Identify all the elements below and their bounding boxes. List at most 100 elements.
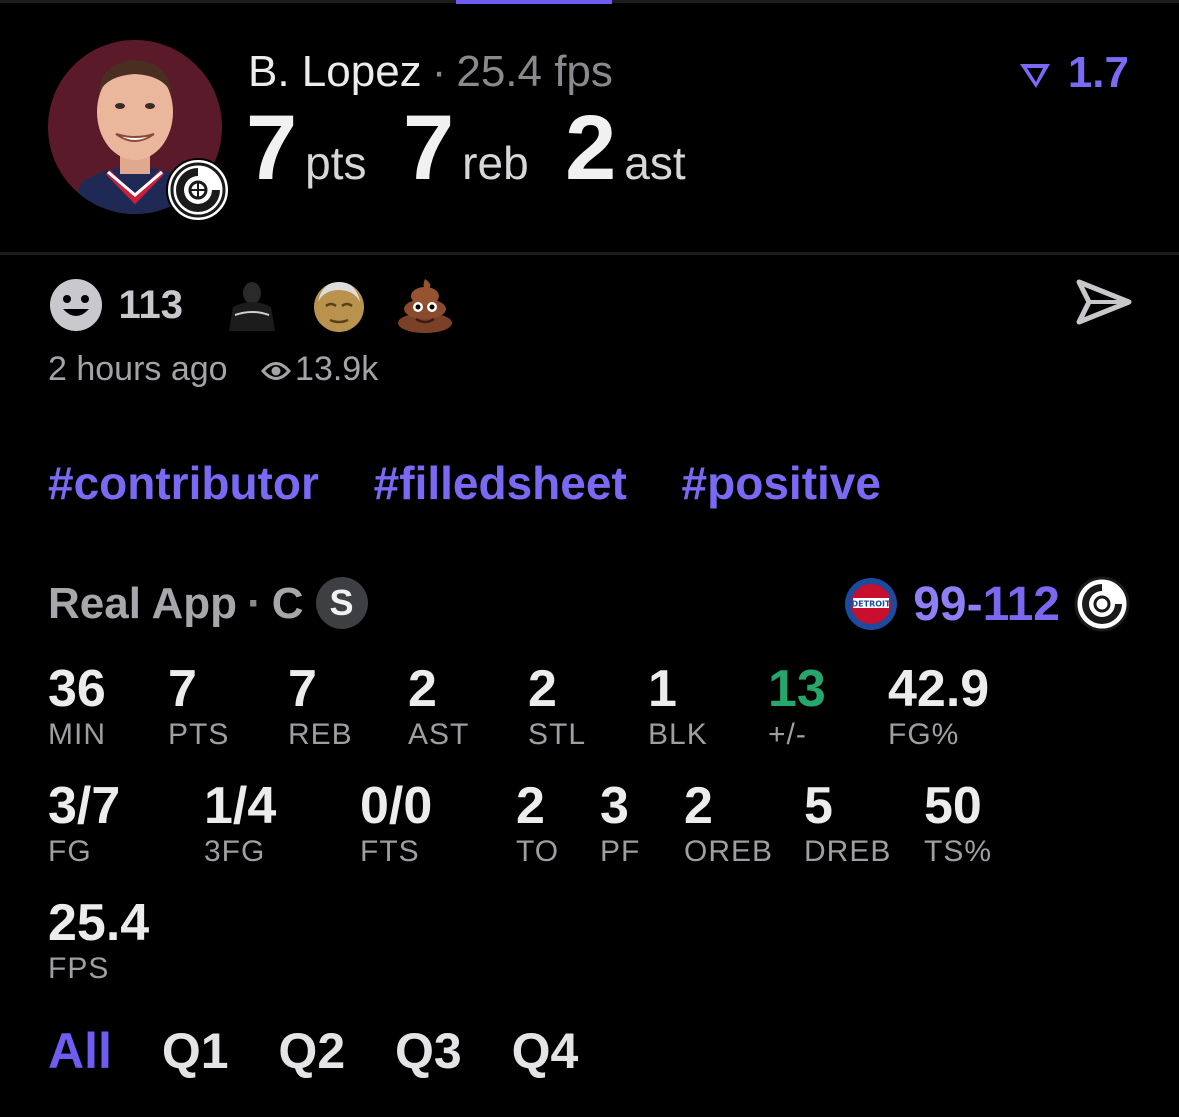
- stat-value: 1: [648, 660, 677, 718]
- view-count: 13.9k: [295, 350, 379, 388]
- old-face-reaction[interactable]: [310, 276, 368, 334]
- hashtag-list: #contributor #filledsheet #positive: [48, 456, 923, 510]
- stat-blk: 1 BLK: [648, 660, 708, 752]
- tab-q1[interactable]: Q1: [162, 1023, 229, 1079]
- team-score: 112: [982, 577, 1060, 631]
- source-name: Real App: [48, 579, 238, 628]
- stat-stl: 2 STL: [528, 660, 586, 752]
- separator-dot: ·: [247, 579, 262, 628]
- tab-q2[interactable]: Q2: [278, 1023, 345, 1079]
- headline-stat-value: 7: [246, 97, 298, 199]
- player-sticker-reaction[interactable]: [221, 279, 283, 331]
- tab-q4[interactable]: Q4: [512, 1023, 579, 1079]
- stat-fg-pct: 42.9 FG%: [888, 660, 989, 752]
- stat-pf: 3 PF: [600, 777, 640, 869]
- trend-indicator[interactable]: 1.7: [1018, 48, 1129, 98]
- smiley-icon: [48, 279, 108, 331]
- stat-label: PTS: [168, 718, 230, 751]
- stat-value: 2: [516, 777, 545, 835]
- player-sticker-icon: [229, 282, 276, 331]
- reactions-bar: 113: [48, 276, 454, 334]
- headline-stat-value: 7: [403, 97, 455, 199]
- stat-dreb: 5 DREB: [804, 777, 891, 869]
- opponent-score: 99: [913, 577, 967, 631]
- stat-value: 13: [768, 660, 826, 718]
- stat-label: +/-: [768, 718, 807, 751]
- stat-label: OREB: [684, 835, 774, 868]
- stat-label: MIN: [48, 718, 106, 751]
- opponent-team-logo-icon: DETROIT: [845, 578, 898, 630]
- separator-dot: ·: [431, 47, 447, 96]
- tab-q3[interactable]: Q3: [395, 1023, 462, 1079]
- stat-reb: 7 REB: [288, 660, 353, 752]
- stat-value: 7: [288, 660, 317, 718]
- svg-text:DETROIT: DETROIT: [852, 600, 892, 609]
- headline-stats: 7 pts 7 reb 2 ast: [246, 98, 718, 198]
- post-meta: 2 hours ago 13.9k: [48, 350, 378, 389]
- score-dash: -: [966, 577, 983, 631]
- quarter-tabs: All Q1 Q2 Q3 Q4: [48, 1022, 614, 1080]
- trend-arrow-icon: [1018, 48, 1068, 97]
- stat-pts: 7 PTS: [168, 660, 229, 752]
- headline-stat-pts: 7 pts: [246, 98, 367, 198]
- hashtag-link[interactable]: #positive: [682, 457, 881, 509]
- headline-stat-value: 2: [565, 97, 617, 199]
- player-title: B. Lopez · 25.4 fps: [248, 44, 613, 100]
- stat-to: 2 TO: [516, 777, 559, 869]
- smiley-reaction-button[interactable]: 113: [48, 277, 183, 333]
- stat-label: FTS: [360, 835, 420, 868]
- player-fps: 25.4 fps: [456, 47, 613, 96]
- game-score[interactable]: DETROIT 99-112: [843, 576, 1130, 632]
- stat-value: 0/0: [360, 777, 433, 835]
- stat-oreb: 2 OREB: [684, 777, 773, 869]
- stat-ts-pct: 50 TS%: [924, 777, 992, 869]
- stat-value: 1/4: [204, 777, 277, 835]
- stat-value: 5: [804, 777, 833, 835]
- eye-icon: [261, 362, 292, 381]
- stat-min: 36 MIN: [48, 660, 106, 752]
- stat-label: AST: [408, 718, 470, 751]
- headline-stat-reb: 7 reb: [403, 98, 529, 198]
- poop-reaction[interactable]: [396, 277, 454, 333]
- stat-label: FG%: [888, 718, 960, 751]
- tab-all[interactable]: All: [48, 1023, 112, 1079]
- stat-label: DREB: [804, 835, 892, 868]
- game-info-row: Real App · C S DETROIT 99-112: [48, 576, 1130, 632]
- stat-value: 2: [408, 660, 437, 718]
- stat-value: 7: [168, 660, 197, 718]
- hashtag-link[interactable]: #contributor: [48, 457, 319, 509]
- stat-label: REB: [288, 718, 353, 751]
- headline-stat-unit: pts: [305, 137, 367, 189]
- starter-badge: S: [315, 577, 368, 630]
- stat-plus-minus: 13 +/-: [768, 660, 826, 752]
- stat-label: TS%: [924, 835, 993, 868]
- stat-label: TO: [516, 835, 560, 868]
- trend-value: 1.7: [1067, 48, 1129, 97]
- stat-value: 36: [48, 660, 106, 718]
- stat-value: 25.4: [48, 894, 150, 952]
- score-line: 99-112: [913, 578, 1060, 631]
- old-face-emoji-icon: [313, 282, 364, 332]
- stat-fg: 3/7 FG: [48, 777, 120, 869]
- headline-stat-unit: ast: [624, 137, 686, 189]
- stat-label: STL: [528, 718, 587, 751]
- stat-value: 42.9: [888, 660, 990, 718]
- team-logo-icon: [166, 158, 230, 222]
- headline-stat-unit: reb: [462, 137, 529, 189]
- share-button[interactable]: [1075, 276, 1133, 333]
- stat-ast: 2 AST: [408, 660, 469, 752]
- reaction-count: 113: [118, 282, 183, 327]
- hashtag-link[interactable]: #filledsheet: [374, 457, 627, 509]
- post-time: 2 hours ago: [48, 350, 228, 388]
- player-name[interactable]: B. Lopez: [248, 47, 422, 96]
- send-icon: [1076, 279, 1132, 325]
- headline-stat-ast: 2 ast: [565, 98, 686, 198]
- stat-label: FPS: [48, 952, 110, 985]
- stat-label: PF: [600, 835, 641, 868]
- stat-value: 3: [600, 777, 629, 835]
- stat-value: 2: [684, 777, 713, 835]
- stat-3fg: 1/4 3FG: [204, 777, 276, 869]
- poop-emoji-icon: [398, 279, 453, 333]
- player-header[interactable]: B. Lopez · 25.4 fps 7 pts 7 reb 2 ast 1.7: [0, 0, 1179, 252]
- stat-label: FG: [48, 835, 92, 868]
